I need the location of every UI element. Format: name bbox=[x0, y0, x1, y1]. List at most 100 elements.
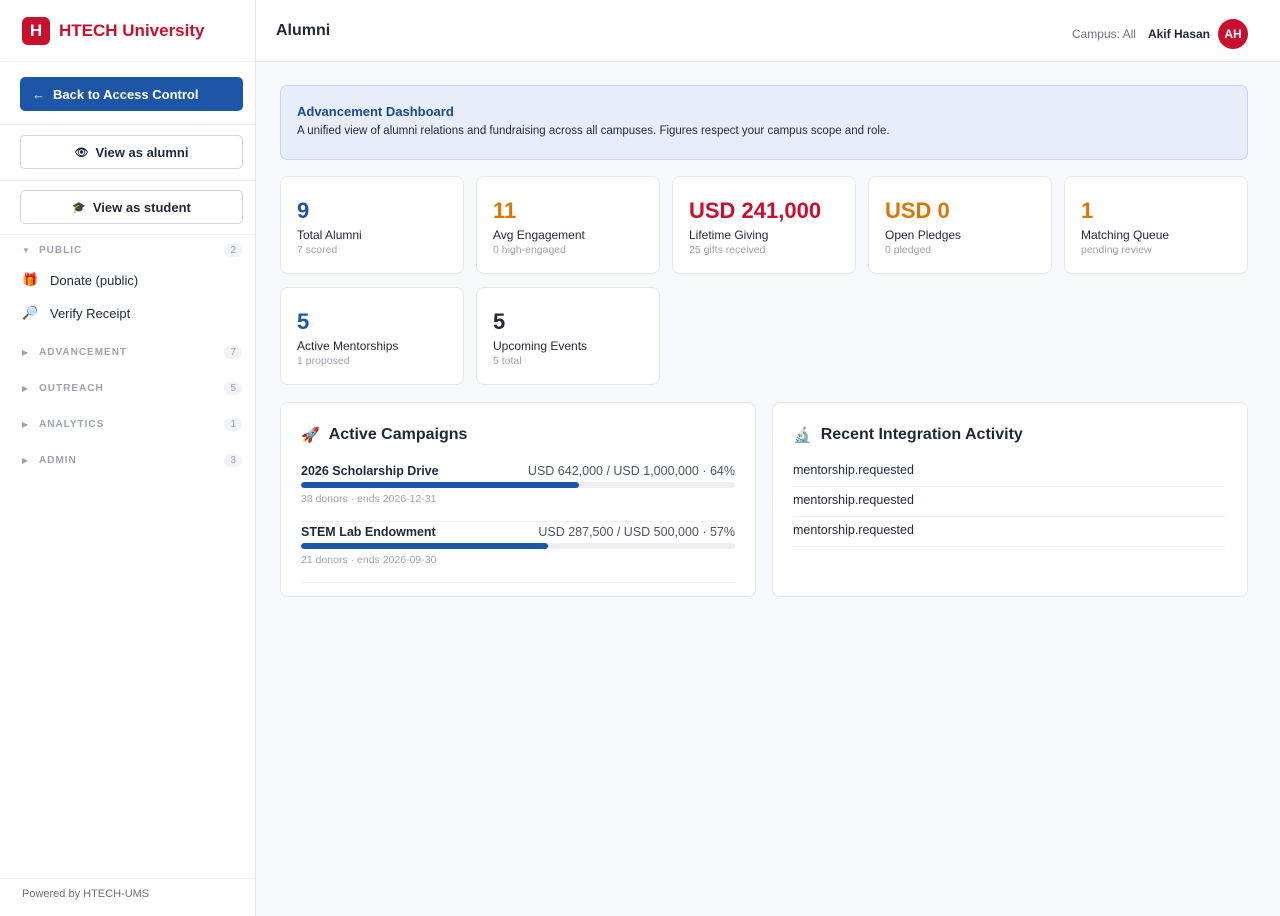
nav-section-outreach[interactable]: ▶ OUTREACH 5 bbox=[22, 379, 242, 397]
stat-label: Lifetime Giving bbox=[689, 228, 769, 242]
stat-sub: 7 scored bbox=[297, 244, 338, 256]
panel-title: 🚀 Active Campaigns bbox=[301, 423, 735, 447]
info-banner: Advancement Dashboard A unified view of … bbox=[280, 85, 1248, 160]
stat-label: Total Alumni bbox=[297, 228, 362, 242]
nav-section-count: 1 bbox=[224, 417, 242, 431]
stat-value: 11 bbox=[493, 198, 517, 223]
view-as-alumni-button[interactable]: 👁 View as alumni bbox=[20, 135, 243, 169]
brand-logo: H bbox=[22, 16, 50, 45]
stat-sub: pending review bbox=[1081, 244, 1152, 256]
view-as-student-label: View as student bbox=[92, 199, 191, 215]
stat-card-avg-engagement[interactable]: 11 Avg Engagement 0 high-engaged bbox=[476, 176, 660, 274]
avatar[interactable]: AH bbox=[1218, 19, 1248, 49]
nav-section-public[interactable]: ▼ PUBLIC 2 bbox=[22, 241, 242, 259]
stat-card-total-alumni[interactable]: 9 Total Alumni 7 scored bbox=[280, 176, 464, 274]
microscope-icon: 🔬 bbox=[793, 427, 812, 444]
triangle-right-icon: ▶ bbox=[22, 455, 30, 465]
nav-section-count: 3 bbox=[224, 453, 242, 467]
stat-value: 5 bbox=[297, 309, 310, 334]
back-to-access-control-button[interactable]: ← Back to Access Control bbox=[20, 77, 243, 111]
stat-value: USD 241,000 bbox=[689, 198, 822, 223]
campaign-name: 2026 Scholarship Drive bbox=[301, 464, 439, 478]
stat-sub: 1 proposed bbox=[297, 355, 350, 367]
stat-label: Active Mentorships bbox=[297, 339, 399, 353]
campus-selector[interactable]: Campus: All bbox=[1072, 27, 1136, 41]
view-as-student-button[interactable]: 🎓 View as student bbox=[20, 190, 243, 224]
divider bbox=[0, 234, 255, 235]
campaign-meta: 38 donors · ends 2026-12-31 bbox=[301, 493, 437, 505]
active-campaigns-panel: 🚀 Active Campaigns 2026 Scholarship Driv… bbox=[280, 402, 756, 597]
stat-card-matching-queue[interactable]: 1 Matching Queue pending review bbox=[1064, 176, 1248, 274]
user-name[interactable]: Akif Hasan bbox=[1148, 27, 1210, 41]
nav-section-count: 2 bbox=[224, 243, 242, 257]
arrow-left-icon: ← bbox=[32, 86, 45, 102]
panel-title-text: Active Campaigns bbox=[328, 426, 468, 443]
header-right: Campus: All Akif Hasan AH bbox=[1072, 19, 1248, 49]
triangle-down-icon: ▼ bbox=[22, 245, 31, 255]
magnifier-icon: 🔎 bbox=[22, 305, 39, 320]
sidebar: H HTECH University ← Back to Access Cont… bbox=[0, 0, 256, 916]
activity-item[interactable]: mentorship.requested bbox=[793, 457, 1225, 487]
nav-section-label: ANALYTICS bbox=[39, 418, 105, 430]
nav-section-count: 7 bbox=[224, 345, 242, 359]
divider bbox=[0, 124, 255, 125]
nav-section-count: 5 bbox=[224, 381, 242, 395]
nav-section-label: PUBLIC bbox=[39, 244, 83, 256]
campaign-row[interactable]: STEM Lab Endowment USD 287,500 / USD 500… bbox=[301, 522, 735, 583]
banner-text: A unified view of alumni relations and f… bbox=[297, 125, 890, 137]
nav-section-analytics[interactable]: ▶ ANALYTICS 1 bbox=[22, 415, 242, 433]
campaign-amount: USD 287,500 / USD 500,000 · 57% bbox=[538, 525, 735, 539]
banner-title: Advancement Dashboard bbox=[297, 104, 454, 119]
stat-value: 1 bbox=[1081, 198, 1094, 223]
stat-label: Upcoming Events bbox=[493, 339, 588, 353]
divider bbox=[0, 180, 255, 181]
campaign-progress-bar bbox=[301, 482, 735, 488]
nav-item-label: Donate (public) bbox=[50, 272, 139, 288]
back-button-label: Back to Access Control bbox=[53, 86, 199, 102]
stat-card-open-pledges[interactable]: USD 0 Open Pledges 0 pledged bbox=[868, 176, 1052, 274]
triangle-right-icon: ▶ bbox=[22, 383, 30, 393]
campaign-meta: 21 donors · ends 2026-09-30 bbox=[301, 554, 437, 566]
stat-card-lifetime-giving[interactable]: USD 241,000 Lifetime Giving 25 gifts rec… bbox=[672, 176, 856, 274]
nav-item-donate-public[interactable]: 🎁 Donate (public) bbox=[22, 269, 138, 291]
stat-label: Open Pledges bbox=[885, 228, 962, 242]
nav-section-label: OUTREACH bbox=[39, 382, 104, 394]
stat-sub: 5 total bbox=[493, 355, 522, 367]
stat-card-upcoming-events[interactable]: 5 Upcoming Events 5 total bbox=[476, 287, 660, 385]
stat-label: Matching Queue bbox=[1081, 228, 1170, 242]
stat-sub: 0 pledged bbox=[885, 244, 932, 256]
nav-item-verify-receipt[interactable]: 🔎 Verify Receipt bbox=[22, 302, 130, 324]
recent-integration-activity-panel: 🔬 Recent Integration Activity mentorship… bbox=[772, 402, 1248, 597]
graduation-cap-icon: 🎓 bbox=[72, 201, 86, 214]
nav-section-label: ADMIN bbox=[39, 454, 77, 466]
page-title: Alumni bbox=[276, 21, 331, 39]
triangle-right-icon: ▶ bbox=[22, 347, 30, 357]
campaign-name: STEM Lab Endowment bbox=[301, 525, 436, 539]
stat-value: 9 bbox=[297, 198, 310, 223]
sidebar-footer: Powered by HTECH-UMS bbox=[0, 878, 255, 900]
stat-label: Avg Engagement bbox=[493, 228, 585, 242]
campaign-progress-bar bbox=[301, 543, 735, 549]
nav-section-advancement[interactable]: ▶ ADVANCEMENT 7 bbox=[22, 343, 242, 361]
campaign-row[interactable]: 2026 Scholarship Drive USD 642,000 / USD… bbox=[301, 461, 735, 522]
campaign-progress-fill bbox=[301, 482, 579, 488]
view-as-alumni-label: View as alumni bbox=[95, 144, 189, 160]
stat-sub: 0 high-engaged bbox=[493, 244, 566, 256]
gift-icon: 🎁 bbox=[22, 272, 39, 287]
stat-sub: 25 gifts received bbox=[689, 244, 766, 256]
activity-item[interactable]: mentorship.requested bbox=[793, 517, 1225, 547]
stat-card-active-mentorships[interactable]: 5 Active Mentorships 1 proposed bbox=[280, 287, 464, 385]
triangle-right-icon: ▶ bbox=[22, 419, 30, 429]
panel-title-text: Recent Integration Activity bbox=[820, 426, 1023, 443]
campaign-progress-fill bbox=[301, 543, 549, 549]
rocket-icon: 🚀 bbox=[301, 427, 320, 444]
brand[interactable]: H HTECH University bbox=[0, 0, 255, 62]
panel-title: 🔬 Recent Integration Activity bbox=[793, 423, 1227, 447]
nav-section-label: ADVANCEMENT bbox=[39, 346, 128, 358]
nav-section-admin[interactable]: ▶ ADMIN 3 bbox=[22, 451, 242, 469]
header: Alumni Campus: All Akif Hasan AH bbox=[256, 0, 1280, 62]
brand-name: HTECH University bbox=[59, 20, 205, 40]
nav-item-label: Verify Receipt bbox=[50, 305, 131, 321]
eye-icon: 👁 bbox=[74, 146, 89, 159]
activity-item[interactable]: mentorship.requested bbox=[793, 487, 1225, 517]
